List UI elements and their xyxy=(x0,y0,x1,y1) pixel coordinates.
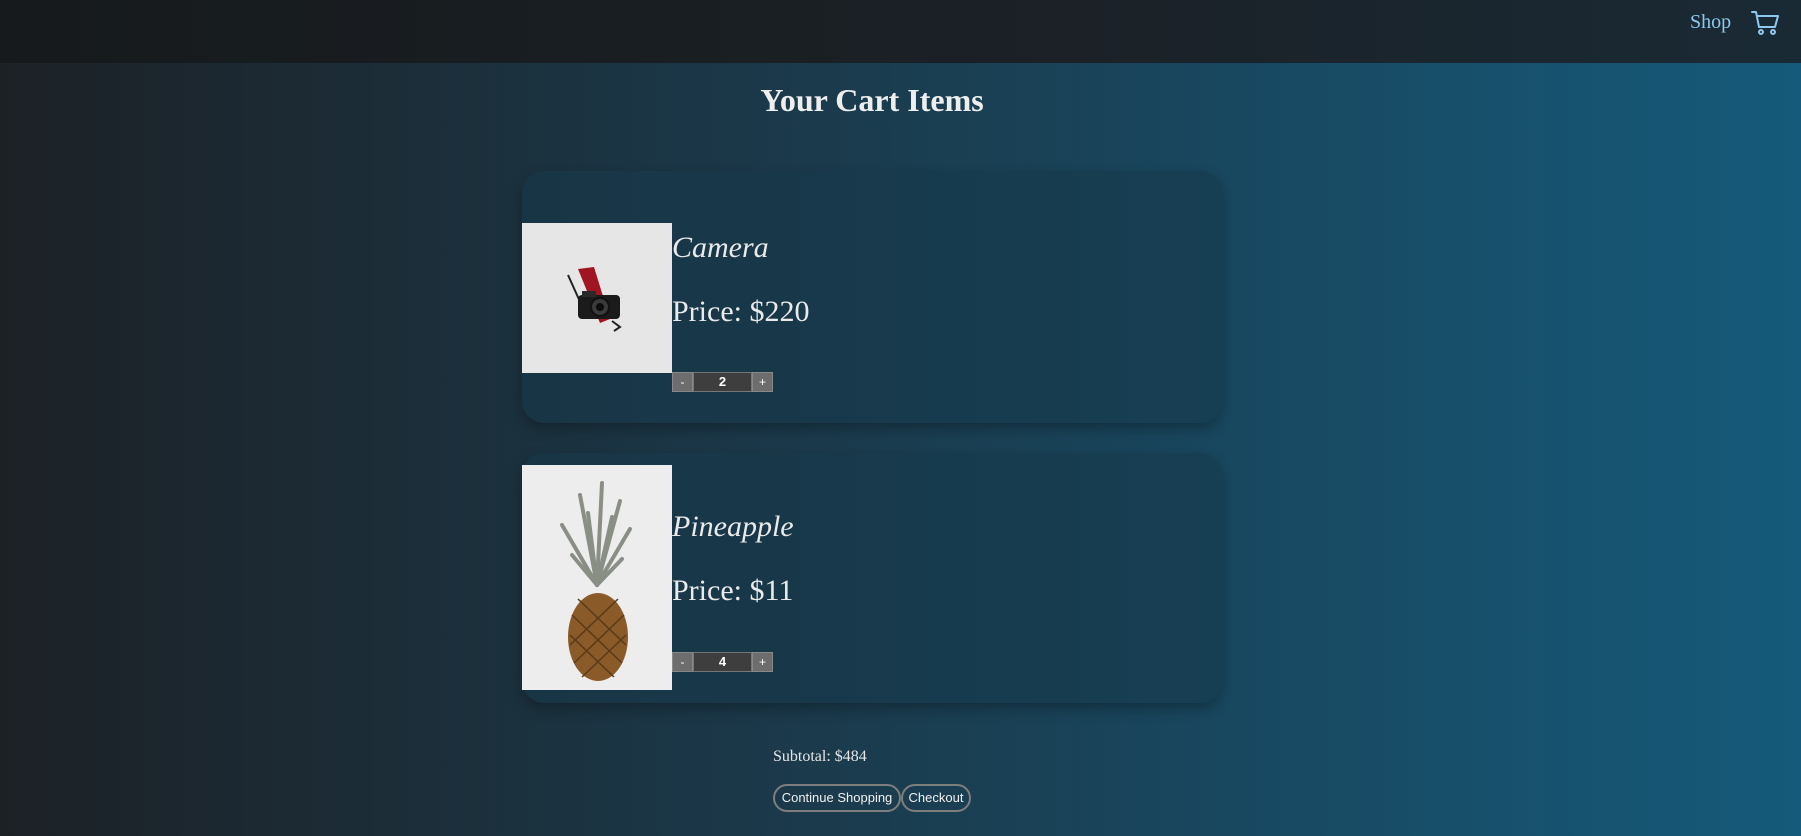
cart-item-card: Pineapple Price: $11 - 4 + xyxy=(522,453,1222,703)
quantity-stepper: - 2 + xyxy=(672,372,773,392)
quantity-stepper: - 4 + xyxy=(672,652,773,672)
pineapple-product-image xyxy=(522,465,672,690)
shopping-cart-icon[interactable] xyxy=(1750,8,1780,38)
product-name: Camera xyxy=(672,231,769,264)
continue-shopping-button[interactable]: Continue Shopping xyxy=(773,784,901,812)
product-name: Pineapple xyxy=(672,510,794,543)
camera-product-image xyxy=(522,223,672,373)
cart-item-card: Camera Price: $220 - 2 + xyxy=(522,171,1222,423)
page-title: Your Cart Items xyxy=(760,82,984,118)
decrement-button[interactable]: - xyxy=(672,652,693,672)
subtotal-text: Subtotal: $484 xyxy=(773,748,867,765)
top-navbar: Shop xyxy=(0,0,1801,63)
shop-link[interactable]: Shop xyxy=(1690,11,1731,34)
quantity-input[interactable]: 2 xyxy=(693,372,752,392)
increment-button[interactable]: + xyxy=(752,652,773,672)
checkout-button[interactable]: Checkout xyxy=(901,784,971,812)
quantity-input[interactable]: 4 xyxy=(693,652,752,672)
increment-button[interactable]: + xyxy=(752,372,773,392)
product-price: Price: $220 xyxy=(672,295,810,328)
product-price: Price: $11 xyxy=(672,574,794,607)
decrement-button[interactable]: - xyxy=(672,372,693,392)
